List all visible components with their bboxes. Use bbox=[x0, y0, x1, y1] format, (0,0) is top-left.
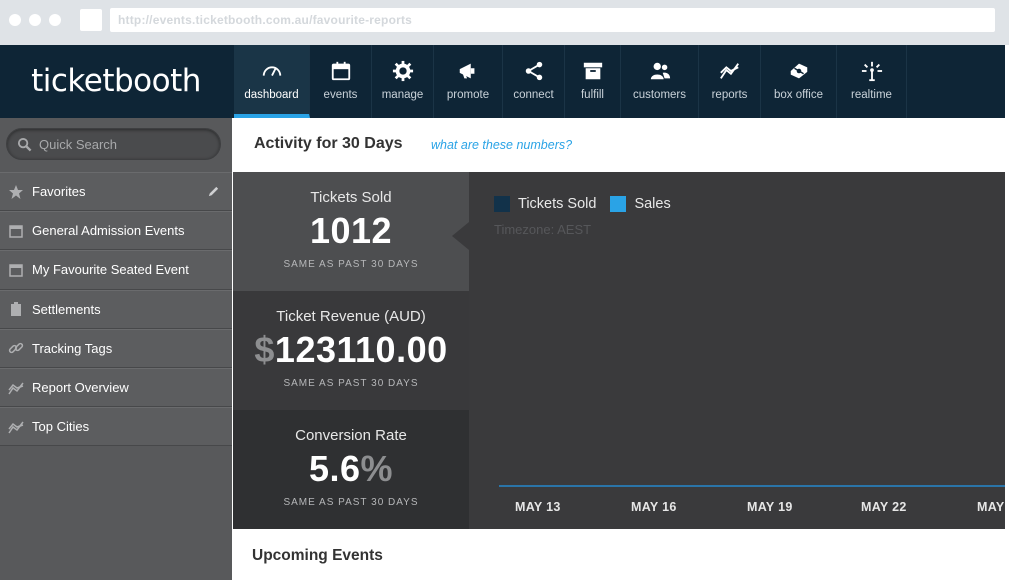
nav-label: reports bbox=[711, 89, 748, 101]
nav-label: realtime bbox=[851, 89, 892, 101]
share-icon bbox=[522, 59, 546, 83]
x-tick-label: MAY 16 bbox=[631, 500, 677, 514]
sidebar-list: Favorites General Admission Events My Fa… bbox=[0, 172, 232, 447]
sidebar-item-general-admission-events[interactable]: General Admission Events bbox=[0, 211, 232, 251]
gear-icon bbox=[391, 59, 415, 83]
selected-stat-pointer bbox=[452, 222, 469, 250]
quick-search bbox=[6, 128, 221, 160]
trend-icon bbox=[718, 59, 742, 83]
nav-label: box office bbox=[773, 89, 823, 101]
clipboard-icon bbox=[0, 301, 32, 317]
upcoming-events-section: Upcoming Events bbox=[233, 529, 1005, 580]
sidebar-item-top-cities[interactable]: Top Cities bbox=[0, 407, 232, 447]
stat-note: SAME AS PAST 30 DAYS bbox=[283, 259, 419, 270]
nav-label: promote bbox=[446, 89, 490, 101]
stat-value: 5.6% bbox=[308, 448, 394, 489]
link-icon bbox=[0, 340, 32, 356]
stat-tickets-sold[interactable]: Tickets Sold 1012 SAME AS PAST 30 DAYS bbox=[233, 172, 469, 291]
stat-label: Conversion Rate bbox=[295, 427, 407, 444]
sidebar-item-my-favourite-seated-event[interactable]: My Favourite Seated Event bbox=[0, 250, 232, 290]
window-dot-maximize[interactable] bbox=[49, 14, 61, 26]
people-icon bbox=[648, 59, 672, 83]
activity-header: Activity for 30 Days what are these numb… bbox=[233, 118, 1005, 172]
sidebar-item-label: Report Overview bbox=[32, 380, 129, 396]
nav-manage[interactable]: manage bbox=[372, 45, 434, 118]
nav-label: manage bbox=[381, 89, 424, 101]
x-axis-line bbox=[499, 485, 1005, 487]
x-tick-label: MAY bbox=[977, 500, 1005, 514]
x-tick-label: MAY 22 bbox=[861, 500, 907, 514]
nav-fulfill[interactable]: fulfill bbox=[565, 45, 621, 118]
stat-note: SAME AS PAST 30 DAYS bbox=[283, 497, 419, 508]
edit-pencil-icon[interactable] bbox=[207, 185, 220, 198]
timezone-note: Timezone: AEST bbox=[494, 222, 592, 237]
stat-value: 1012 bbox=[309, 210, 393, 251]
calendar-icon bbox=[0, 223, 32, 239]
search-input[interactable] bbox=[39, 129, 209, 159]
broadcast-icon bbox=[860, 59, 884, 83]
sidebar-item-label: Top Cities bbox=[32, 419, 90, 435]
trend-icon bbox=[0, 419, 32, 435]
nav-customers[interactable]: customers bbox=[621, 45, 699, 118]
star-icon bbox=[0, 184, 32, 200]
gauge-icon bbox=[260, 59, 284, 83]
stat-note: SAME AS PAST 30 DAYS bbox=[283, 378, 419, 389]
sidebar-item-settlements[interactable]: Settlements bbox=[0, 289, 232, 329]
stat-label: Ticket Revenue (AUD) bbox=[276, 308, 426, 325]
app-header: ticketbooth dashboard events manage prom… bbox=[0, 45, 1005, 118]
legend-swatch-tickets-sold bbox=[494, 196, 510, 212]
nav-events[interactable]: events bbox=[310, 45, 372, 118]
nav-box-office[interactable]: box office bbox=[761, 45, 837, 118]
nav-reports[interactable]: reports bbox=[699, 45, 761, 118]
window-dot-close[interactable] bbox=[9, 14, 21, 26]
stat-conversion-rate[interactable]: Conversion Rate 5.6% SAME AS PAST 30 DAY… bbox=[233, 410, 469, 529]
page-edge bbox=[1005, 45, 1009, 580]
nav-connect[interactable]: connect bbox=[503, 45, 565, 118]
stat-label: Tickets Sold bbox=[310, 189, 392, 206]
sidebar-item-label: My Favourite Seated Event bbox=[32, 262, 189, 278]
sidebar-item-report-overview[interactable]: Report Overview bbox=[0, 367, 232, 408]
help-link[interactable]: what are these numbers? bbox=[431, 138, 572, 152]
x-tick-label: MAY 13 bbox=[515, 500, 561, 514]
sidebar-item-label: General Admission Events bbox=[32, 223, 185, 239]
sidebar-item-label: Favorites bbox=[32, 184, 86, 200]
x-tick-label: MAY 19 bbox=[747, 500, 793, 514]
main-nav: dashboard events manage promote connect bbox=[234, 45, 907, 118]
window-dot-minimize[interactable] bbox=[29, 14, 41, 26]
activity-chart: Tickets Sold Sales Timezone: AEST MAY 13… bbox=[469, 172, 1005, 529]
chart-legend: Tickets Sold Sales bbox=[494, 196, 685, 212]
logo[interactable]: ticketbooth bbox=[0, 45, 232, 118]
nav-dashboard[interactable]: dashboard bbox=[234, 45, 310, 118]
megaphone-icon bbox=[456, 59, 480, 83]
stats-panel: Tickets Sold 1012 SAME AS PAST 30 DAYS T… bbox=[233, 172, 469, 529]
nav-label: connect bbox=[513, 89, 554, 101]
nav-label: events bbox=[323, 89, 358, 101]
legend-label-sales[interactable]: Sales bbox=[634, 196, 670, 212]
nav-promote[interactable]: promote bbox=[434, 45, 503, 118]
calendar-icon bbox=[0, 262, 32, 278]
ticket-booth-icon bbox=[787, 59, 811, 83]
sidebar-item-label: Settlements bbox=[32, 301, 101, 317]
sidebar-item-favorites[interactable]: Favorites bbox=[0, 172, 232, 212]
nav-label: customers bbox=[632, 89, 687, 101]
nav-realtime[interactable]: realtime bbox=[837, 45, 907, 118]
calendar-icon bbox=[329, 59, 353, 83]
nav-label: fulfill bbox=[580, 89, 604, 101]
stat-value: $123110.00 bbox=[254, 329, 448, 370]
section-title: Upcoming Events bbox=[252, 547, 383, 564]
address-bar[interactable]: http://events.ticketbooth.com.au/favouri… bbox=[110, 8, 995, 32]
stat-ticket-revenue[interactable]: Ticket Revenue (AUD) $123110.00 SAME AS … bbox=[233, 291, 469, 410]
search-icon bbox=[17, 137, 32, 152]
trend-icon bbox=[0, 380, 32, 396]
legend-label-tickets-sold[interactable]: Tickets Sold bbox=[518, 196, 596, 212]
sidebar-item-tracking-tags[interactable]: Tracking Tags bbox=[0, 328, 232, 368]
browser-tab-button[interactable] bbox=[80, 9, 102, 31]
page-title: Activity for 30 Days bbox=[254, 135, 403, 152]
sidebar-item-label: Tracking Tags bbox=[32, 340, 113, 356]
browser-toolbar: http://events.ticketbooth.com.au/favouri… bbox=[0, 0, 1009, 45]
sidebar: Favorites General Admission Events My Fa… bbox=[0, 118, 232, 580]
legend-swatch-sales bbox=[610, 196, 627, 212]
nav-label: dashboard bbox=[244, 89, 299, 101]
archive-box-icon bbox=[581, 59, 605, 83]
